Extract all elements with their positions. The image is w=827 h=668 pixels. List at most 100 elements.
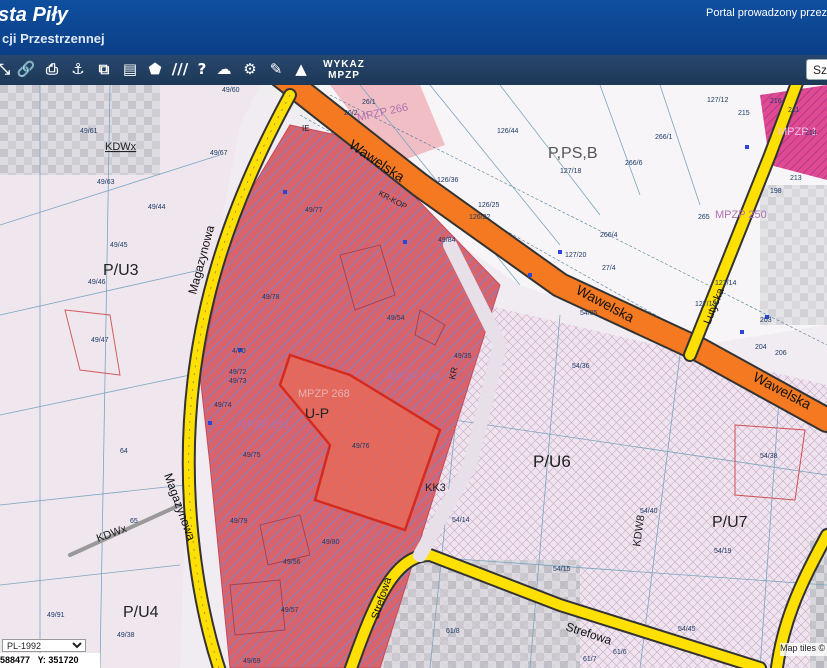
parcel-number-label: 54/40 [640,508,658,515]
parcel-number-label: 126/44 [497,128,519,135]
parcel-number-label: 127/13 [695,301,717,308]
parcel-number-label: 198 [770,188,782,195]
zone-label-up: U-P [305,405,329,421]
parcel-number-label: 49/84 [438,237,456,244]
plan-label-mpzp-268: MPZP 268 [298,388,350,400]
zone-label-pu4: P/U4 [123,604,159,621]
parcel-number-label: 54/35 [580,310,598,317]
parcel-number-label: 266/6 [625,160,643,167]
parcel-number-label: 265 [698,214,710,221]
parcel-number-label: 266/1 [655,134,673,141]
parcel-number-label: 54/19 [714,548,732,555]
parcel-number-label: 26/2 [344,110,358,117]
parcel-number-label: 49/57 [281,607,299,614]
parcel-number-label: 49/75 [243,452,261,459]
parcel-number-label: 49/54 [387,315,405,322]
cloud-download-icon[interactable]: ☁ [214,59,234,79]
parcel-number-label: 127/14 [715,280,737,287]
parcel-number-label: 49/80 [322,539,340,546]
shapes-icon[interactable]: ▲ [291,59,311,79]
plan-label-mpzp-250: MPZP 250 [715,209,767,221]
parcel-number-label: 49/46 [88,279,106,286]
wykaz-mpzp-button[interactable]: WYKAZ MPZP [320,59,368,81]
anchor-icon[interactable]: ⚓ [68,59,88,79]
parcel-number-label: 49/63 [97,179,115,186]
y-label: Y: [37,655,46,665]
parcel-number-label: 61/6 [613,649,627,656]
plan-label-mpzp-251: MPZP 251 [238,419,290,431]
parcel-number-label: 49/74 [214,402,232,409]
parcel-number-label: 49/44 [148,204,166,211]
parcel-number-label: 54/14 [452,517,470,524]
parcel-number-label: 49/78 [262,294,280,301]
parcel-number-label: 26/1 [362,99,376,106]
x-coordinate: 588477 [0,655,31,665]
help-icon[interactable]: ? [192,59,212,79]
road-code-kdwx-1: KDWx [105,141,137,153]
parcel-number-label: 54/15 [553,566,571,573]
parcel-number-label: 54/38 [760,453,778,460]
coordinate-readout: 588477 Y: 351720 [0,653,100,668]
parcel-number-label: 49/79 [230,518,248,525]
parcel-number-label: 213 [790,175,802,182]
parcel-number-label: 54/45 [678,626,696,633]
parcel-number-label: 127/12 [707,97,729,104]
parcel-number-label: 49/56 [283,559,301,566]
parcel-number-label: 49/69 [243,658,261,665]
map-icon[interactable]: ⬟ [145,59,165,79]
parcel-number-label: 49/45 [110,242,128,249]
measure-icon[interactable]: ⤡ [0,59,14,79]
parcel-number-label: 49/72 [229,369,247,376]
zone-label-pu3: P/U3 [103,262,139,279]
parcel-number-label: 214 [805,130,817,137]
parcel-number-label: 49/77 [305,207,323,214]
parcel-number-label: 49/35 [454,353,472,360]
edit-icon[interactable]: ✎ [266,59,286,79]
gears-icon[interactable]: ⚙ [240,59,260,79]
layers-icon[interactable]: ⧉ [94,59,114,79]
app-header: sta Piły cji Przestrzennej Portal prowad… [0,0,827,55]
parcel-number-label: 211 [788,107,799,114]
parcel-number-label: 49/73 [229,378,247,385]
parcel-number-label: 54/36 [572,363,590,370]
layout-icon[interactable]: ▤ [120,59,140,79]
parcel-number-label: 204 [755,344,767,351]
parcel-number-label: 126/22 [469,214,491,221]
print-icon[interactable]: ⎙ [42,59,62,79]
app-subtitle: cji Przestrzennej [2,31,105,46]
parcel-number-label: 126/25 [478,202,500,209]
parcel-number-label: 203 [760,317,772,324]
link-icon[interactable]: 🔗 [16,59,36,79]
parcel-number-label: 49/47 [91,337,109,344]
parcel-number-label: 266/4 [600,232,618,239]
parcel-number-label: 127/20 [565,252,587,259]
parcel-number-label: 61/7 [583,656,597,663]
parcel-number-label: 49/60 [222,87,240,94]
parcel-number-label: 126/36 [437,177,459,184]
parcel-number-label: 49/76 [352,443,370,450]
road-code-ie: IE [302,124,310,133]
plan-label-mpzp-003: MPZP 003 [388,371,440,383]
parcel-number-label: 216 [770,98,782,105]
parcel-number-label: 49/91 [47,612,65,619]
y-coordinate: 351720 [48,655,79,665]
road-code-kk3: KK3 [425,482,446,494]
map-viewport[interactable]: Wawelska Wawelska Wawelska Magazynowa Ma… [0,85,827,668]
zone-label-pu7: P/U7 [712,514,748,531]
parcel-number-label: 4/70 [232,348,246,355]
parcel-number-label: 206 [775,350,787,357]
parcel-number-label: 64 [120,448,128,455]
parcel-number-label: 49/67 [210,150,228,157]
wykaz-label: WYKAZ [323,59,365,70]
crs-select[interactable]: PL-1992 [2,639,86,652]
search-button[interactable]: Sz [806,59,827,80]
mpzp-label: MPZP [328,70,360,81]
app-title: sta Piły [0,4,69,26]
parcel-number-label: 49/38 [117,632,135,639]
map-toolbar: ⤡ 🔗 ⎙ ⚓ ⧉ ▤ ⬟ ∕∕∕ ? ☁ ⚙ ✎ ▲ WYKAZ MPZP S… [0,55,827,85]
zone-label-ppsb: P,PS,B [548,145,598,162]
parcel-number-label: 215 [738,110,750,117]
portal-operator-text: Portal prowadzony przez: W [706,7,827,19]
hatch-icon[interactable]: ∕∕∕ [170,59,190,79]
parcel-number-label: 65 [130,518,138,525]
